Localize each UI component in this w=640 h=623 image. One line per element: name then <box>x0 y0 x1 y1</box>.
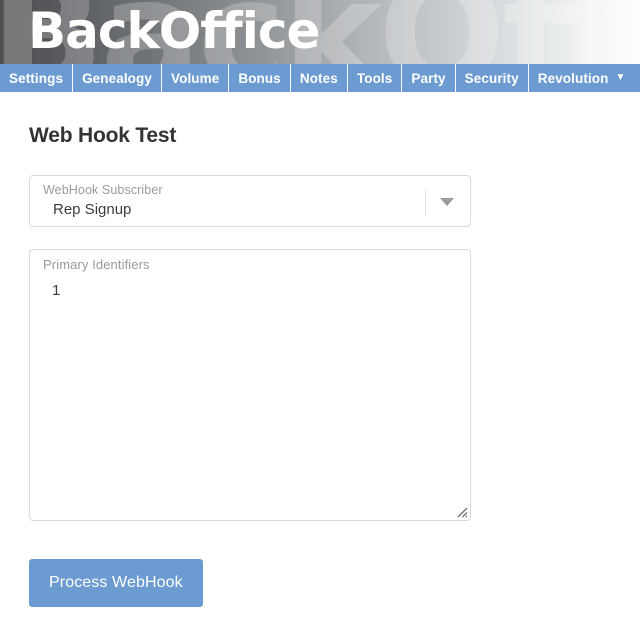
nav-item-bonus[interactable]: Bonus <box>229 64 291 92</box>
nav-item-genealogy[interactable]: Genealogy <box>73 64 162 92</box>
webhook-subscriber-select[interactable]: WebHook Subscriber Rep Signup <box>29 175 471 227</box>
resize-grip-icon[interactable] <box>454 504 468 518</box>
page-content: Web Hook Test WebHook Subscriber Rep Sig… <box>0 92 640 607</box>
nav-item-label: Bonus <box>238 70 281 86</box>
primary-identifiers-textarea[interactable]: Primary Identifiers 1 <box>29 249 471 521</box>
primary-identifiers-label: Primary Identifiers <box>43 257 150 272</box>
webhook-form: WebHook Subscriber Rep Signup Primary Id… <box>0 175 640 607</box>
nav-item-label: Volume <box>171 70 220 86</box>
nav-item-label: Notes <box>299 70 338 86</box>
nav-item-volume[interactable]: Volume <box>162 64 230 92</box>
nav-item-revolution[interactable]: Revolution ▼ <box>529 64 640 92</box>
chevron-down-icon[interactable] <box>440 198 454 206</box>
nav-item-label: Tools <box>356 70 393 86</box>
main-navigation: Settings Genealogy Volume Bonus Notes To… <box>0 64 640 92</box>
nav-item-tools[interactable]: Tools <box>348 64 403 92</box>
page-title: Web Hook Test <box>29 124 177 147</box>
nav-item-label: Party <box>411 70 446 86</box>
process-webhook-button[interactable]: Process WebHook <box>29 559 203 607</box>
select-divider <box>425 189 426 215</box>
nav-item-notes[interactable]: Notes <box>291 64 348 92</box>
primary-identifiers-value: 1 <box>52 282 61 299</box>
app-banner: BackOffice BackOffice <box>0 0 640 64</box>
nav-item-security[interactable]: Security <box>456 64 529 92</box>
chevron-down-icon: ▼ <box>615 72 626 83</box>
nav-item-label: Revolution <box>537 70 609 86</box>
nav-item-label: Settings <box>9 70 64 86</box>
nav-item-settings[interactable]: Settings <box>0 64 74 92</box>
nav-item-party[interactable]: Party <box>402 64 456 92</box>
nav-item-label: Security <box>464 70 519 86</box>
app-title: BackOffice <box>28 2 320 60</box>
webhook-subscriber-value: Rep Signup <box>53 201 132 218</box>
webhook-subscriber-label: WebHook Subscriber <box>43 183 163 197</box>
nav-item-label: Genealogy <box>82 70 152 86</box>
